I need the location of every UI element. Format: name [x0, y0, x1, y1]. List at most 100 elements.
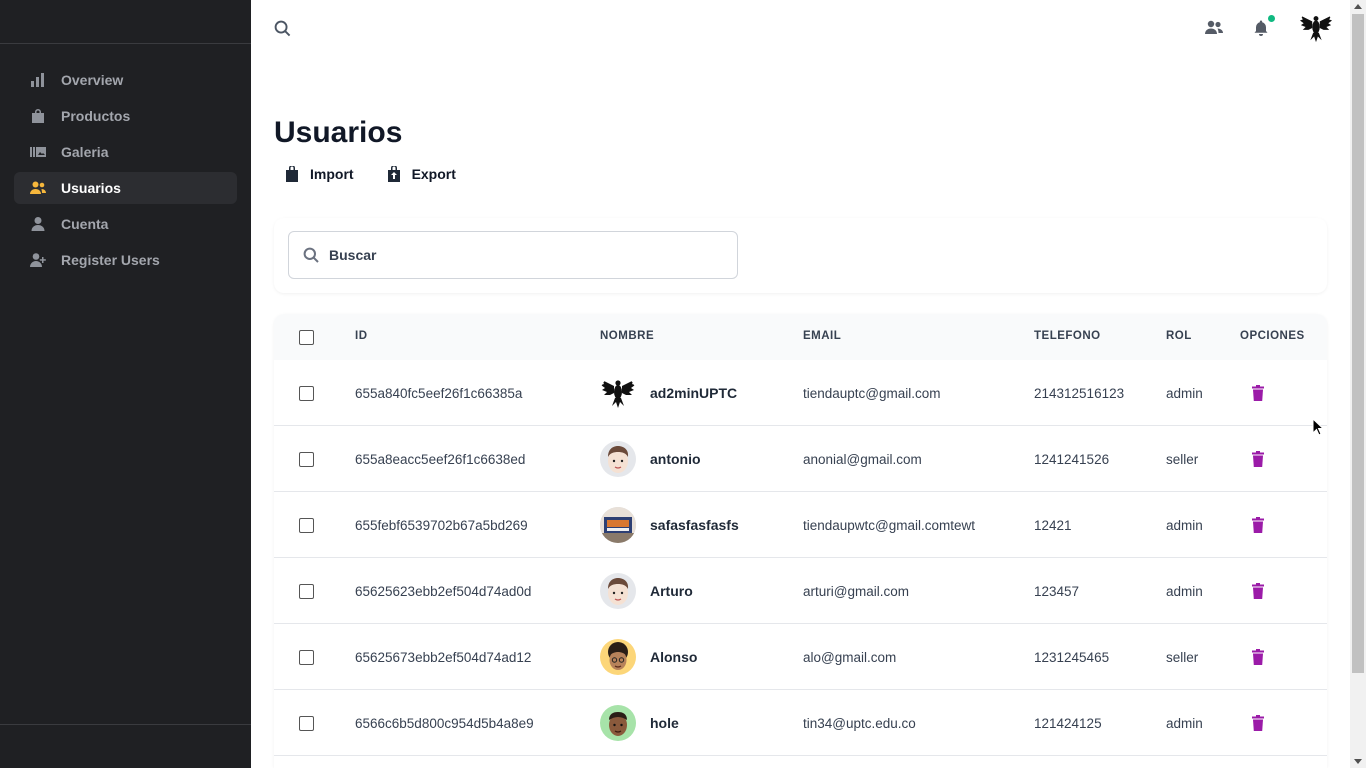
page-scrollbar[interactable] [1350, 0, 1366, 768]
scroll-down-arrow[interactable] [1354, 759, 1362, 764]
column-header-id[interactable]: ID [355, 330, 368, 342]
mouse-cursor-icon [1312, 418, 1324, 436]
scroll-thumb[interactable] [1352, 14, 1364, 673]
user-role: admin [1166, 385, 1203, 401]
row-checkbox[interactable] [299, 451, 314, 467]
avatar[interactable] [1298, 10, 1334, 46]
trash-icon [1252, 385, 1264, 401]
user-name-cell: Arturo [600, 558, 693, 624]
users-icon[interactable] [1204, 18, 1224, 38]
table-row: 65625673ebb2ef504d74ad12 Alonso alo@gmai… [274, 624, 1327, 690]
select-all-checkbox[interactable] [299, 329, 314, 345]
face-icon [608, 446, 629, 473]
delete-button[interactable] [1252, 624, 1264, 690]
user-email: tiendaupwtc@gmail.comtewt [803, 517, 976, 533]
column-header-telefono[interactable]: TELEFONO [1034, 330, 1101, 342]
row-select-cell [299, 624, 314, 690]
sidebar-item-label: Productos [61, 108, 131, 124]
sidebar-item-galeria[interactable]: Galeria [14, 136, 237, 168]
user-phone: 123457 [1034, 583, 1080, 599]
row-checkbox[interactable] [299, 649, 314, 665]
import-button[interactable]: Import [286, 166, 354, 182]
search-input[interactable] [329, 247, 709, 263]
bar-chart-icon [29, 71, 47, 89]
delete-button[interactable] [1252, 558, 1264, 624]
row-select-cell [299, 426, 314, 492]
user-role: admin [1166, 583, 1203, 599]
user-phone: 214312516123 [1034, 385, 1125, 401]
row-select-cell [299, 360, 314, 426]
user-name: antonio [650, 451, 701, 467]
table-header: ID NOMBRE EMAIL TELEFONO ROL OPCIONES [274, 314, 1327, 360]
row-checkbox[interactable] [299, 385, 314, 401]
sidebar-item-overview[interactable]: Overview [14, 64, 237, 96]
table-row: 655febf6539702b67a5bd269 safasfasfasfs t… [274, 492, 1327, 558]
search-icon[interactable] [274, 20, 292, 38]
user-phone: 121424125 [1034, 715, 1102, 731]
column-header-rol[interactable]: ROL [1166, 330, 1192, 342]
sidebar-item-label: Galeria [61, 144, 109, 160]
user-email: anonial@gmail.com [803, 451, 922, 467]
delete-button[interactable] [1252, 492, 1264, 558]
user-name: Arturo [650, 583, 693, 599]
user-id: 6566c6b5d800c954d5b4a8e9 [355, 715, 534, 731]
search-icon [303, 247, 319, 263]
search-card [274, 218, 1327, 293]
photo-icon [600, 507, 636, 543]
column-header-email[interactable]: EMAIL [803, 330, 841, 342]
user-name-cell: antonio [600, 426, 701, 492]
shopping-bag-icon [29, 107, 47, 125]
users-icon [29, 179, 47, 197]
sidebar-item-cuenta[interactable]: Cuenta [14, 208, 237, 240]
user-plus-icon [29, 251, 47, 269]
user-role: seller [1166, 649, 1199, 665]
user-email: arturi@gmail.com [803, 583, 909, 599]
search-box [288, 231, 738, 279]
users-table: ID NOMBRE EMAIL TELEFONO ROL OPCIONES 65… [274, 314, 1327, 768]
user-name-cell: ad2minUPTC [600, 360, 737, 426]
sidebar-item-productos[interactable]: Productos [14, 100, 237, 132]
eagle-crest-icon [601, 380, 635, 408]
export-label: Export [411, 166, 456, 182]
table-row: 655a8eacc5eef26f1c6638ed antonio anonial… [274, 426, 1327, 492]
face-icon [608, 578, 629, 605]
user-phone: 12421 [1034, 517, 1072, 533]
user-name: Alonso [650, 649, 698, 665]
user-name: safasfasfasfs [650, 517, 739, 533]
user-avatar [600, 705, 636, 741]
delete-button[interactable] [1252, 360, 1264, 426]
user-name-cell: Alonso [600, 624, 697, 690]
sidebar-item-usuarios[interactable]: Usuarios [14, 172, 237, 204]
user-avatar [600, 639, 636, 675]
row-checkbox[interactable] [299, 715, 314, 731]
user-id: 65625623ebb2ef504d74ad0d [355, 583, 532, 599]
export-button[interactable]: Export [387, 166, 456, 182]
face-icon [609, 712, 627, 736]
row-checkbox[interactable] [299, 583, 314, 599]
user-name-cell: hole [600, 690, 679, 756]
sidebar-header [0, 0, 251, 44]
sidebar-item-label: Usuarios [61, 180, 121, 196]
trash-icon [1252, 649, 1264, 665]
row-select-cell [299, 558, 314, 624]
column-header-nombre[interactable]: NOMBRE [600, 330, 654, 342]
delete-button[interactable] [1252, 690, 1264, 756]
sidebar-item-label: Register Users [61, 252, 160, 268]
sidebar-item-register-users[interactable]: Register Users [14, 244, 237, 276]
bell-icon[interactable] [1251, 15, 1275, 38]
user-email: tin34@uptc.edu.co [803, 715, 916, 731]
table-row: 6566c6b5d800c954d5b4a8e9 hole tin34@uptc… [274, 690, 1327, 756]
scroll-up-arrow[interactable] [1354, 4, 1362, 9]
user-name-cell: safasfasfasfs [600, 492, 739, 558]
delete-button[interactable] [1252, 426, 1264, 492]
row-checkbox[interactable] [299, 517, 314, 533]
import-label: Import [310, 166, 354, 182]
trash-icon [1252, 583, 1264, 599]
row-select-cell [299, 492, 314, 558]
row-select-cell [299, 690, 314, 756]
user-role: seller [1166, 451, 1199, 467]
user-email: alo@gmail.com [803, 649, 897, 665]
sidebar-footer [0, 724, 251, 768]
select-all-cell [299, 314, 314, 360]
trash-icon [1252, 715, 1264, 731]
